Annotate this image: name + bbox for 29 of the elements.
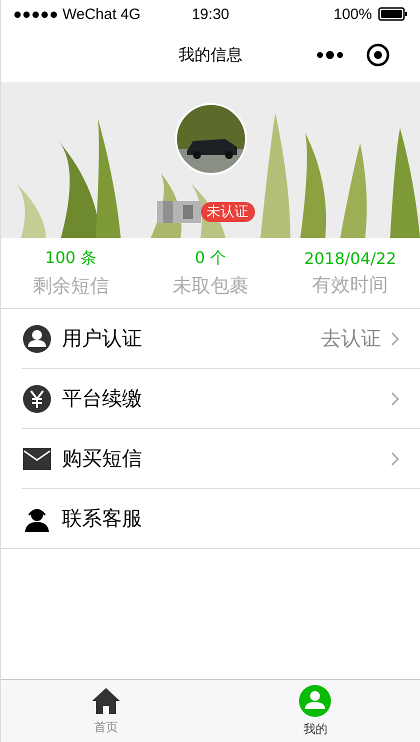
more-icon[interactable] [316,50,344,60]
menu-item[interactable]: 用户认证 去认证 [22,309,420,369]
stat-value: 0 个 [194,248,226,268]
stat-label: 未取包裹 [172,274,248,298]
blurred-name [156,201,200,223]
stat-label: 剩余短信 [32,274,109,298]
home-icon [90,686,121,714]
carrier-text: ●●●●● WeChat 4G [13,6,142,22]
menu-item[interactable]: 购买短信 [22,429,420,489]
menu-label: 购买短信 [62,445,143,472]
menu-label: 用户认证 [62,325,143,352]
status-badge: 未认证 [200,202,254,222]
stat-value: 2018/04/22 [304,248,396,268]
menu-item[interactable]: 平台续缴 [22,369,420,429]
menu-value: 去认证 [321,325,381,352]
menu-item[interactable]: 联系客服 [1,489,420,549]
mail-icon [22,448,52,470]
page-title: 我的信息 [178,44,242,66]
menu-label: 联系客服 [62,505,143,532]
user-icon [299,684,332,716]
clock-text: 19:30 [192,6,230,22]
menu-label: 平台续缴 [62,385,143,412]
battery-icon [378,7,408,21]
user-icon [22,324,52,352]
yen-icon [22,384,52,412]
battery-text: 100% [334,6,372,22]
stat-value: 100 条 [45,248,97,268]
stat-label: 有效时间 [312,272,388,298]
tab[interactable]: 我的 [210,680,420,742]
